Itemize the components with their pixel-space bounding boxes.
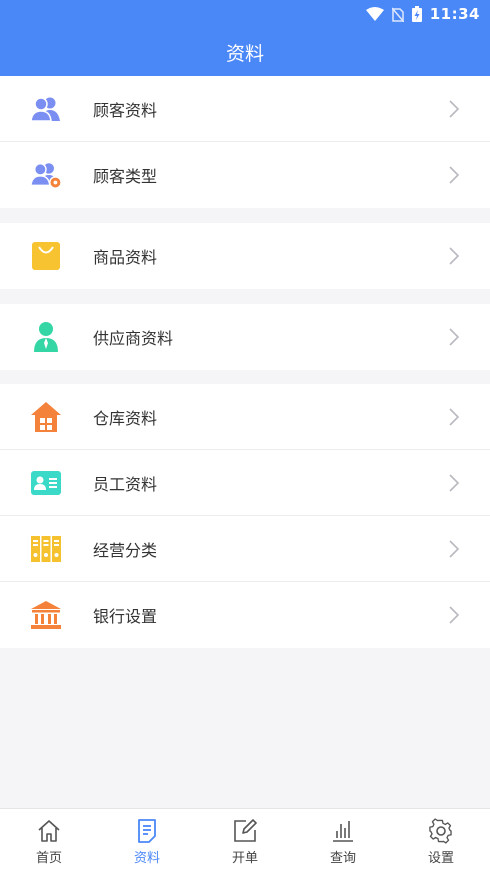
menu-item-label: 顾客类型 bbox=[93, 167, 158, 186]
menu-item-employee-info[interactable]: 员工资料 bbox=[0, 450, 490, 516]
chevron-right-icon bbox=[449, 473, 460, 492]
bottom-tab-bar: 首页 资料 开单 查询 设置 bbox=[0, 808, 490, 871]
menu-item-customer-type[interactable]: 顾客类型 bbox=[0, 142, 490, 208]
menu-item-label: 商品资料 bbox=[93, 248, 158, 267]
tab-home[interactable]: 首页 bbox=[0, 809, 98, 871]
menu-item-warehouse-info[interactable]: 仓库资料 bbox=[0, 384, 490, 450]
header: 资料 bbox=[0, 28, 490, 76]
chevron-right-icon bbox=[449, 166, 460, 184]
menu-item-label: 经营分类 bbox=[93, 540, 158, 560]
gear-icon bbox=[429, 818, 452, 844]
tab-label: 设置 bbox=[427, 851, 454, 866]
customer-type-icon bbox=[30, 159, 62, 191]
chevron-right-icon bbox=[449, 99, 460, 118]
menu-item-supplier-info[interactable]: 供应商资料 bbox=[0, 304, 490, 370]
tab-label: 首页 bbox=[35, 851, 62, 866]
warehouse-icon bbox=[30, 401, 62, 433]
menu-item-customer-info[interactable]: 顾客资料 bbox=[0, 76, 490, 142]
home-icon bbox=[38, 820, 60, 842]
menu-item-label: 员工资料 bbox=[93, 474, 158, 494]
menu-item-bank-settings[interactable]: 银行设置 bbox=[0, 582, 490, 648]
menu-item-business-category[interactable]: 经营分类 bbox=[0, 516, 490, 582]
no-sim-icon bbox=[391, 7, 404, 22]
tab-label: 资料 bbox=[133, 851, 160, 866]
menu-group: 商品资料 bbox=[0, 223, 490, 289]
tab-query[interactable]: 查询 bbox=[294, 809, 392, 871]
menu-item-label: 顾客资料 bbox=[93, 100, 158, 120]
menu-item-product-info[interactable]: 商品资料 bbox=[0, 223, 490, 289]
menu-item-label: 银行设置 bbox=[93, 607, 158, 626]
chevron-right-icon bbox=[449, 328, 460, 346]
binders-icon bbox=[30, 533, 62, 565]
chevron-right-icon bbox=[449, 539, 460, 558]
status-time: 11:34 bbox=[429, 5, 480, 23]
menu-item-label: 供应商资料 bbox=[93, 329, 174, 348]
status-bar: 11:34 bbox=[0, 0, 490, 28]
menu-group: 仓库资料 员工资料 经营分类 银行设置 bbox=[0, 384, 490, 648]
shopping-bag-icon bbox=[30, 240, 62, 272]
supplier-icon bbox=[30, 321, 62, 353]
tab-create-order[interactable]: 开单 bbox=[196, 809, 294, 871]
tab-label: 查询 bbox=[329, 851, 356, 866]
menu-group: 顾客资料 顾客类型 bbox=[0, 76, 490, 208]
document-icon bbox=[138, 819, 156, 843]
customers-icon bbox=[30, 93, 62, 125]
bar-chart-icon bbox=[333, 821, 353, 842]
tab-settings[interactable]: 设置 bbox=[392, 809, 490, 871]
status-icons: 11:34 bbox=[365, 4, 480, 24]
menu-group: 供应商资料 bbox=[0, 304, 490, 370]
chevron-right-icon bbox=[449, 247, 460, 265]
edit-icon bbox=[234, 819, 257, 842]
employee-card-icon bbox=[30, 467, 62, 499]
bank-icon bbox=[30, 599, 62, 631]
wifi-icon bbox=[365, 7, 384, 21]
menu-item-label: 仓库资料 bbox=[93, 408, 158, 428]
chevron-right-icon bbox=[449, 606, 460, 624]
chevron-right-icon bbox=[449, 407, 460, 426]
tab-data[interactable]: 资料 bbox=[98, 809, 196, 871]
tab-label: 开单 bbox=[231, 851, 258, 866]
battery-charging-icon bbox=[411, 6, 422, 22]
page-title: 资料 bbox=[225, 42, 264, 65]
